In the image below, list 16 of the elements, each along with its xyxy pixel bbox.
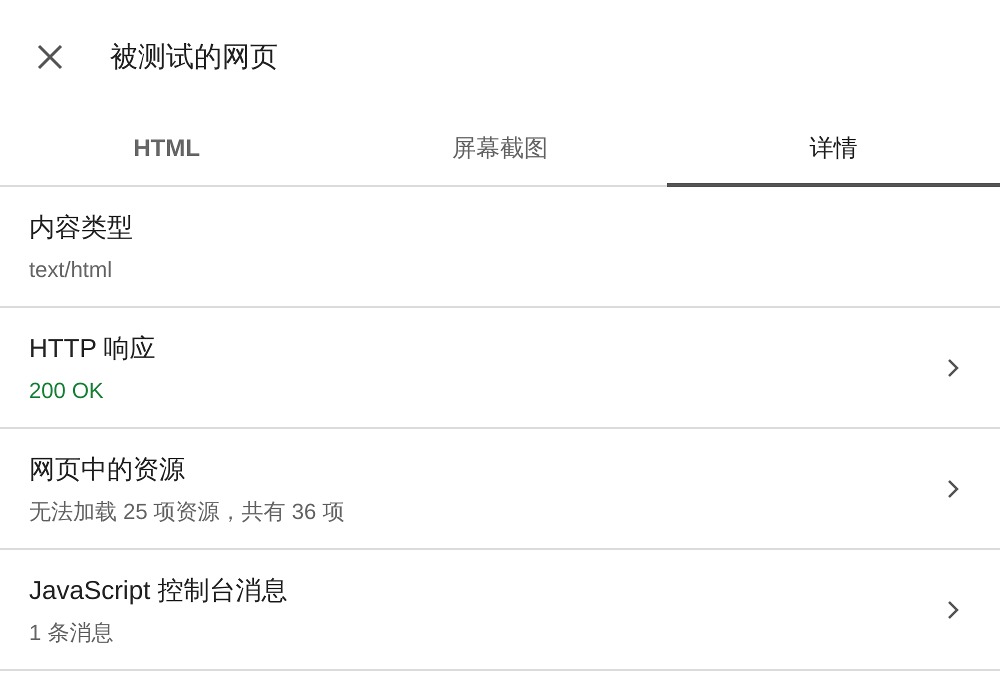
tab[interactable]: 屏幕截图 (333, 114, 667, 187)
list-item[interactable]: HTTP 响应 200 OK (0, 308, 1000, 429)
item-subtitle: 无法加载 25 项资源，共有 36 项 (29, 498, 344, 526)
list-item[interactable]: JavaScript 控制台消息 1 条消息 (0, 550, 1000, 671)
item-subtitle: text/html (29, 256, 114, 284)
close-icon (37, 44, 63, 70)
tab[interactable]: 详情 (666, 114, 1000, 187)
item-subtitle: 1 条消息 (29, 618, 114, 646)
item-title: HTTP 响应 (29, 332, 156, 364)
tab[interactable]: HTML (0, 114, 334, 187)
item-title: JavaScript 控制台消息 (29, 574, 288, 606)
item-title: 内容类型 (29, 210, 133, 244)
item-subtitle: 200 OK (29, 376, 105, 404)
item-title: 网页中的资源 (29, 452, 186, 486)
list-item[interactable]: 网页中的资源 无法加载 25 项资源，共有 36 项 (0, 429, 1000, 550)
page-title: 被测试的网页 (110, 40, 278, 74)
